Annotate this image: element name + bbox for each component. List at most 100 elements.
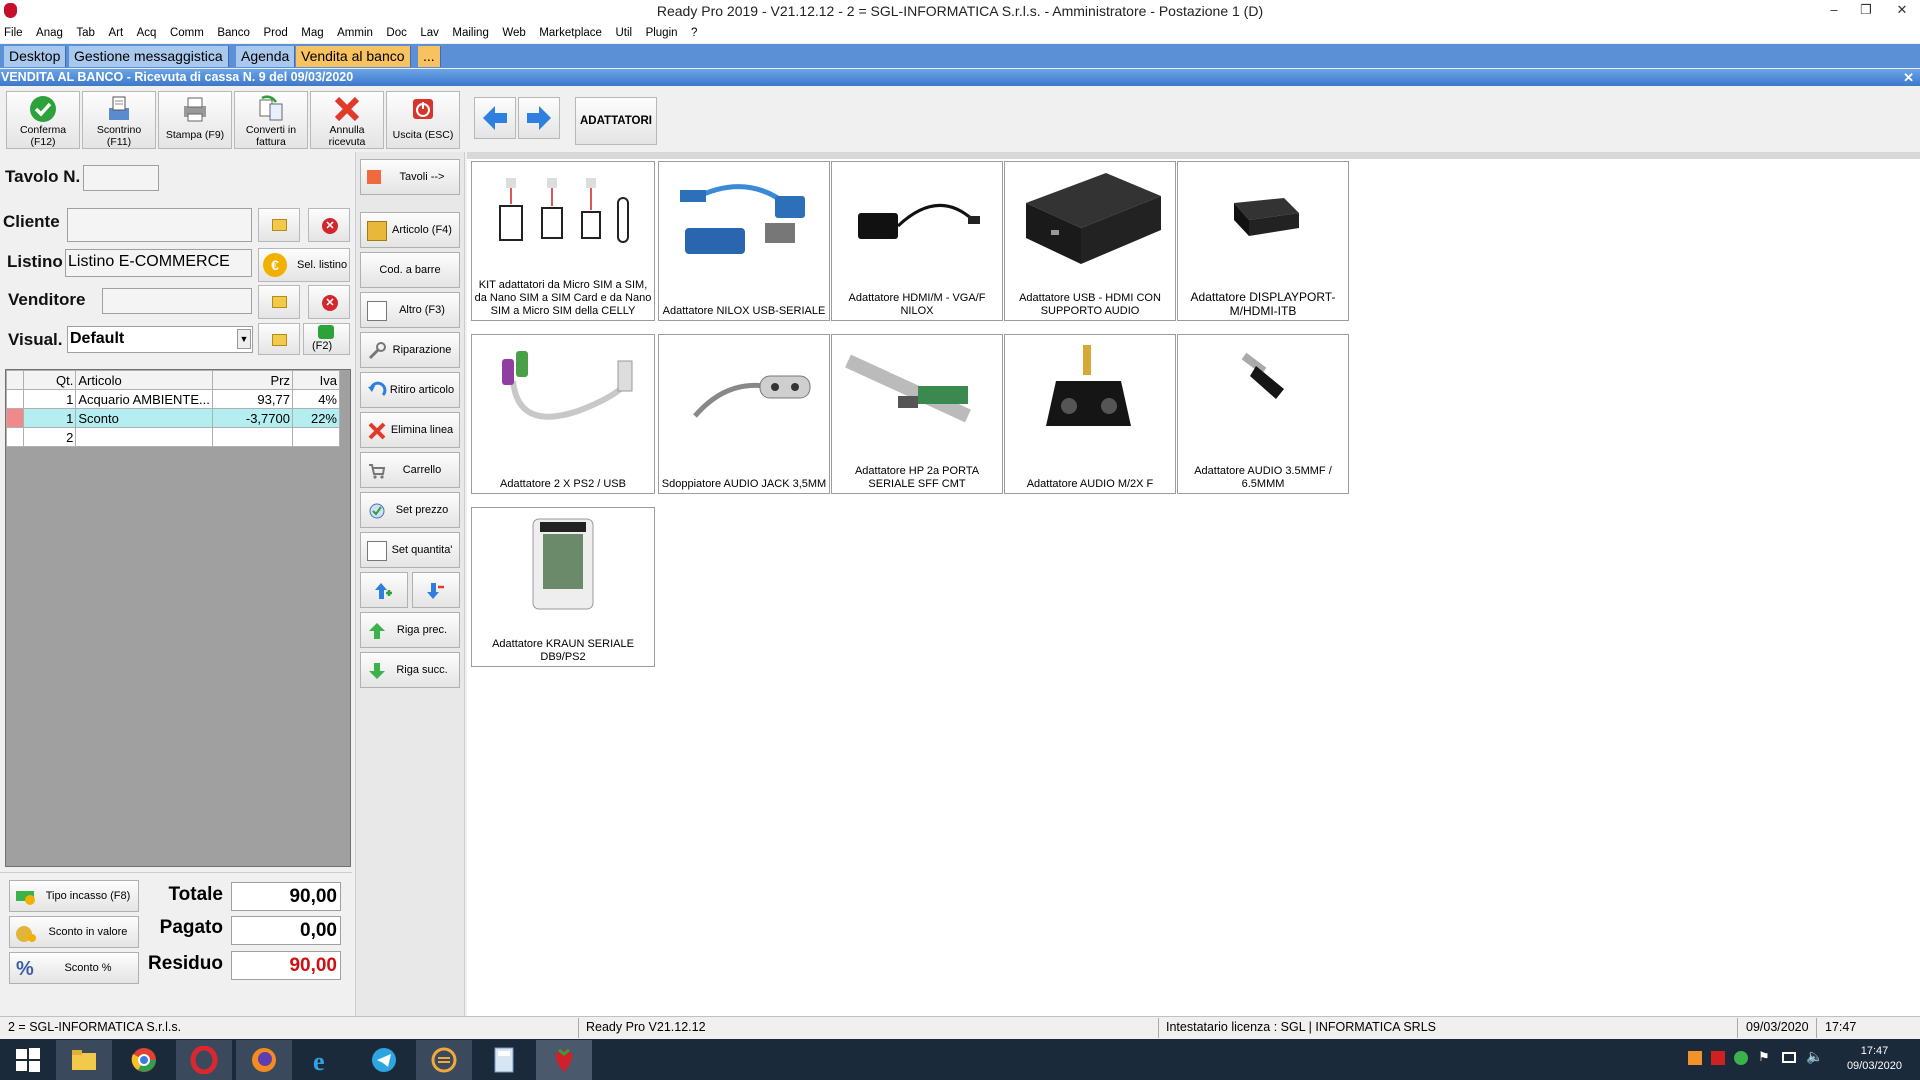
cod-barre-button[interactable]: Cod. a barre	[360, 252, 460, 288]
uscita-button[interactable]: Uscita (ESC)	[386, 91, 460, 149]
restore-icon[interactable]: ❐	[1852, 1, 1880, 21]
product-tile[interactable]: Adattatore HDMI/M - VGA/F NILOX	[831, 161, 1003, 321]
menu-ammin[interactable]: Ammin	[337, 27, 373, 39]
tab-more[interactable]: ...	[418, 46, 441, 67]
table-row[interactable]: 1 Sconto -3,7700 22%	[5, 408, 341, 428]
menu-lav[interactable]: Lav	[420, 27, 439, 39]
menu-mailing[interactable]: Mailing	[452, 27, 488, 39]
close-icon[interactable]: ✕	[1888, 1, 1916, 21]
menu-art[interactable]: Art	[108, 27, 123, 39]
converti-fattura-button[interactable]: Converti in fattura	[234, 91, 308, 149]
annulla-ricevuta-button[interactable]: Annulla ricevuta	[310, 91, 384, 149]
taskbar-calculator[interactable]	[476, 1040, 532, 1080]
minimize-icon[interactable]: –	[1820, 1, 1848, 21]
tavoli-button-2[interactable]: Tavoli -->	[360, 159, 460, 195]
table-icon	[367, 170, 381, 184]
pagato-value[interactable]: 0,00	[231, 916, 341, 945]
menu-web[interactable]: Web	[502, 27, 525, 39]
remove-row-button[interactable]	[412, 572, 460, 608]
forward-button[interactable]	[518, 97, 560, 139]
product-tile[interactable]: Adattatore HP 2a PORTA SERIALE SFF CMT	[831, 334, 1003, 494]
elimina-linea-button[interactable]: Elimina linea	[360, 412, 460, 448]
menu-doc[interactable]: Doc	[386, 27, 406, 39]
close-section-icon[interactable]: ✕	[1903, 69, 1914, 86]
taskbar-mail[interactable]	[416, 1040, 472, 1080]
product-tile[interactable]: KIT adattatori da Micro SIM a SIM, da Na…	[471, 161, 655, 321]
menu-help[interactable]: ?	[691, 27, 697, 39]
ritiro-articolo-button[interactable]: Ritiro articolo	[360, 372, 460, 408]
tab-agenda[interactable]: Agenda	[236, 46, 296, 67]
volume-icon[interactable]: 🔈	[1806, 1048, 1823, 1065]
carrello-button[interactable]: Carrello	[360, 452, 460, 488]
riparazione-button[interactable]: Riparazione	[360, 332, 460, 368]
menu-util[interactable]: Util	[615, 27, 632, 39]
flag-icon[interactable]: ⚑	[1758, 1049, 1770, 1065]
taskbar-readypro[interactable]	[536, 1040, 592, 1080]
menu-anag[interactable]: Anag	[36, 27, 63, 39]
product-tile[interactable]: Adattatore AUDIO M/2X F	[1004, 334, 1176, 494]
menu-tab[interactable]: Tab	[76, 27, 95, 39]
menu-comm[interactable]: Comm	[170, 27, 204, 39]
cliente-clear-button[interactable]: ✕	[308, 208, 350, 242]
venditore-input[interactable]	[102, 288, 252, 314]
riga-prec-button[interactable]: Riga prec.	[360, 612, 460, 648]
menu-acq[interactable]: Acq	[137, 27, 157, 39]
listino-input[interactable]: Listino E-COMMERCE	[65, 249, 252, 277]
money-icon	[14, 885, 38, 907]
sel-listino-button[interactable]: € Sel. listino	[258, 248, 350, 282]
arrow-right-icon	[527, 106, 551, 130]
delete-icon: ✕	[322, 295, 338, 311]
conferma-button[interactable]: Conferma (F12)	[6, 91, 80, 149]
product-tile[interactable]: Sdoppiatore AUDIO JACK 3,5MM	[658, 334, 830, 494]
tavolo-input[interactable]	[83, 165, 159, 191]
return-arrow-icon	[367, 381, 387, 401]
table-row[interactable]: 1 Acquario AMBIENTE... 93,77 4%	[5, 389, 341, 409]
taskbar-explorer[interactable]	[56, 1040, 112, 1080]
scontrino-button[interactable]: Scontrino (F11)	[82, 91, 156, 149]
product-tile[interactable]: Adattatore AUDIO 3.5MMF / 6.5MMM	[1177, 334, 1349, 494]
table-row[interactable]: 2	[5, 427, 341, 447]
tray-app-icon[interactable]	[1711, 1051, 1725, 1065]
menu-file[interactable]: File	[4, 27, 23, 39]
taskbar-firefox[interactable]	[236, 1040, 292, 1080]
taskbar-telegram[interactable]	[356, 1040, 412, 1080]
set-quantita-button[interactable]: Set quantita'	[360, 532, 460, 568]
menu-marketplace[interactable]: Marketplace	[539, 27, 602, 39]
menu-plugin[interactable]: Plugin	[646, 27, 678, 39]
set-prezzo-button[interactable]: Set prezzo	[360, 492, 460, 528]
product-tile[interactable]: Adattatore NILOX USB-SERIALE	[658, 161, 830, 321]
articolo-button[interactable]: Articolo (F4)	[360, 212, 460, 248]
riga-succ-button[interactable]: Riga succ.	[360, 652, 460, 688]
product-tile[interactable]: Adattatore USB - HDMI CON SUPPORTO AUDIO	[1004, 161, 1176, 321]
menu-mag[interactable]: Mag	[301, 27, 323, 39]
product-tile[interactable]: Adattatore DISPLAYPORT-M/HDMI-ITB	[1177, 161, 1349, 321]
menu-banco[interactable]: Banco	[217, 27, 250, 39]
tab-vendita-al-banco[interactable]: Vendita al banco	[296, 46, 411, 67]
tray-app-icon[interactable]	[1688, 1051, 1702, 1065]
taskbar-chrome[interactable]	[116, 1040, 172, 1080]
cliente-input[interactable]	[67, 208, 252, 242]
chevron-down-icon[interactable]: ▼	[237, 329, 251, 349]
tab-gestione-messaggistica[interactable]: Gestione messaggistica	[69, 46, 229, 67]
stampa-button[interactable]: Stampa (F9)	[158, 91, 232, 149]
add-row-button[interactable]	[360, 572, 408, 608]
back-button[interactable]	[474, 97, 516, 139]
taskbar-opera[interactable]	[176, 1040, 232, 1080]
venditore-clear-button[interactable]: ✕	[308, 285, 350, 319]
visual-select[interactable]: Default ▼	[67, 326, 253, 353]
tab-desktop[interactable]: Desktop	[4, 46, 67, 67]
start-button[interactable]	[0, 1040, 56, 1080]
taskbar-ie[interactable]: e	[296, 1040, 352, 1080]
menu-prod[interactable]: Prod	[263, 27, 287, 39]
taskbar-clock[interactable]: 17:47 09/03/2020	[1847, 1044, 1902, 1074]
category-button[interactable]: ADATTATORI	[575, 97, 657, 145]
network-icon[interactable]	[1782, 1052, 1796, 1063]
visual-browse-button[interactable]	[258, 323, 300, 355]
product-tile[interactable]: Adattatore 2 X PS2 / USB	[471, 334, 655, 494]
venditore-browse-button[interactable]	[258, 285, 300, 319]
altro-button[interactable]: Altro (F3)	[360, 292, 460, 328]
f2-button[interactable]: (F2)	[303, 323, 350, 355]
product-tile[interactable]: Adattatore KRAUN SERIALE DB9/PS2	[471, 507, 655, 667]
tray-app-icon[interactable]	[1734, 1051, 1748, 1065]
cliente-browse-button[interactable]	[258, 208, 300, 242]
